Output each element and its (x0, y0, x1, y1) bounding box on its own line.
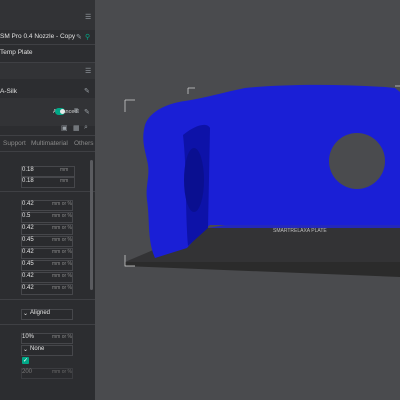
printer-section (0, 0, 95, 30)
edit-printer-icon[interactable]: ✎ (76, 33, 82, 41)
edit-process-icon[interactable]: ✎ (84, 108, 90, 116)
3d-viewport[interactable]: SMARTRELAXA PLATE (95, 0, 400, 400)
plate-type[interactable]: Temp Plate (0, 49, 33, 56)
edit-filament-icon[interactable]: ✎ (84, 87, 90, 95)
first-layer-line-width-unit: mm or % (52, 213, 72, 219)
tab-others[interactable]: Others (74, 140, 94, 147)
round-opening (329, 133, 385, 189)
filament-settings-icon[interactable]: ☰ (85, 67, 91, 75)
filament-name[interactable]: A-Silk (0, 88, 17, 95)
support-line-width-value: 0.42 (22, 285, 34, 291)
speed-unit: mm or % (52, 369, 72, 375)
delete-icon[interactable]: ▦ (73, 124, 80, 132)
outer-wall-line-width-value: 0.42 (22, 225, 34, 231)
line-width-unit: mm or % (52, 201, 72, 207)
top-surface-line-width-unit: mm or % (52, 249, 72, 255)
pattern-chevron-icon: ⌄ (23, 347, 29, 353)
plate-label: SMARTRELAXA PLATE (273, 228, 327, 234)
settings-sidebar: ☰ SM Pro 0.4 Nozzle - Copy ✎ ⚲ Temp Plat… (0, 0, 95, 400)
seam-chevron-icon: ⌄ (23, 311, 29, 317)
process-header (0, 98, 95, 126)
scene-svg: SMARTRELAXA PLATE (124, 84, 400, 277)
tab-support[interactable]: Support (3, 140, 26, 147)
filament-header (0, 63, 95, 79)
seam-position-value: Aligned (30, 310, 51, 316)
first-layer-height-unit: mm (60, 178, 69, 184)
layer-height-value: 0.18 (22, 167, 34, 173)
sparse-infill-line-width-unit: mm or % (52, 261, 72, 267)
speed-value: 200 (22, 369, 33, 375)
printer-name[interactable]: SM Pro 0.4 Nozzle - Copy (0, 33, 75, 40)
infill-density-unit: mm or % (52, 334, 72, 340)
line-width-value: 0.42 (22, 201, 34, 207)
build-plate (125, 262, 400, 277)
top-surface-line-width-value: 0.42 (22, 249, 34, 255)
side-opening (184, 148, 204, 212)
support-line-width-unit: mm or % (52, 285, 72, 291)
sidebar-scrollbar[interactable] (90, 160, 93, 290)
infill-density-value: 10% (22, 334, 35, 340)
check-icon: ✓ (23, 358, 29, 364)
save-icon[interactable]: ▣ (61, 124, 68, 132)
wifi-icon[interactable]: ⚲ (85, 33, 90, 41)
search-icon[interactable]: ⌕ (84, 124, 88, 132)
first-layer-height-value: 0.18 (22, 178, 34, 184)
inner-wall-line-width-value: 0.45 (22, 237, 34, 243)
internal-solid-infill-line-width-value: 0.42 (22, 273, 34, 279)
sparse-infill-line-width-value: 0.45 (22, 261, 34, 267)
internal-solid-infill-line-width-unit: mm or % (52, 273, 72, 279)
compare-icon[interactable]: ⧉ (74, 108, 79, 116)
first-layer-line-width-value: 0.5 (22, 213, 31, 219)
tab-multimaterial[interactable]: Multimaterial (31, 140, 68, 147)
layer-height-unit: mm (60, 167, 69, 173)
pattern-select[interactable] (21, 345, 73, 356)
settings-sliders-icon[interactable]: ☰ (85, 13, 91, 21)
pattern-value: None (30, 346, 45, 352)
inner-wall-line-width-unit: mm or % (52, 237, 72, 243)
outer-wall-line-width-unit: mm or % (52, 225, 72, 231)
